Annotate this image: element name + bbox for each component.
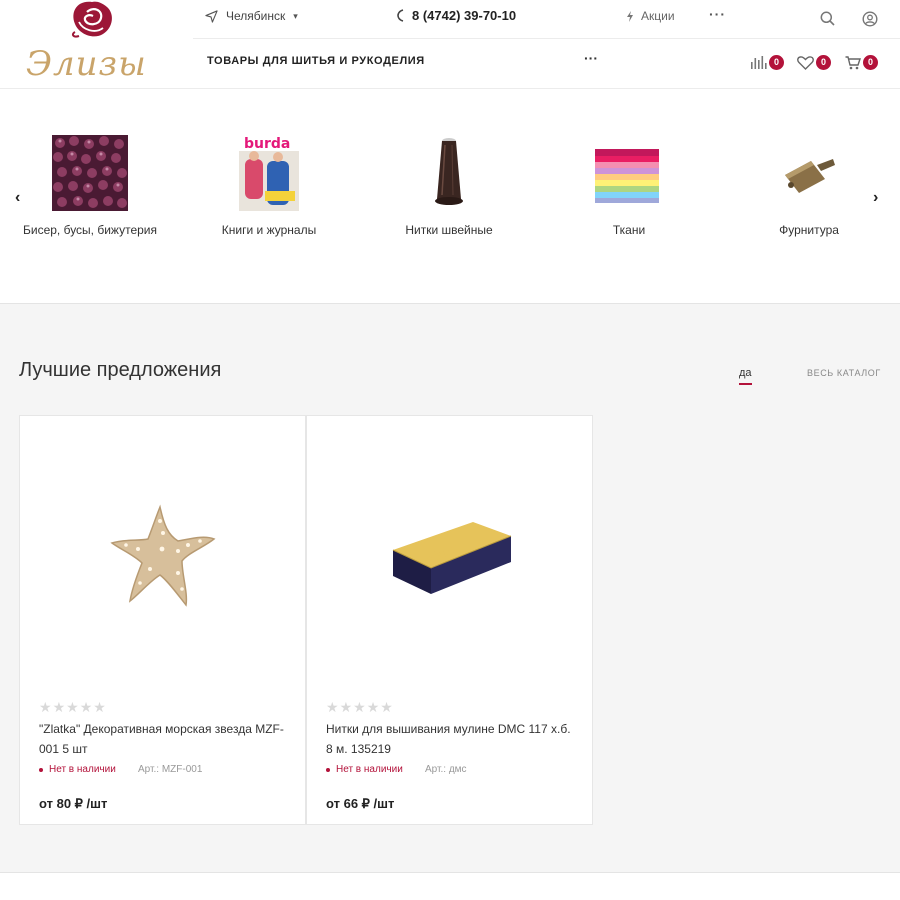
compare-count-badge: 0	[769, 55, 784, 70]
beads-image	[52, 135, 128, 211]
tab-active[interactable]: да	[739, 367, 752, 385]
product-card[interactable]: DMC ★ ★ ★ ★ ★ Нитки для вышивания мулине…	[306, 415, 593, 825]
product-name-link[interactable]: "Zlatka" Декоративная морская звезда MZF…	[39, 719, 289, 759]
phone-link[interactable]: 8 (4742) 39-70-10	[397, 8, 516, 23]
product-article: Арт.: MZF-001	[138, 764, 203, 775]
product-name-link[interactable]: Нитки для вышивания мулине DMC 117 х.б. …	[326, 719, 576, 759]
category-label: Бисер, бусы, бижутерия	[22, 223, 157, 237]
account-button[interactable]	[862, 11, 878, 32]
lightning-icon	[627, 10, 633, 22]
all-catalog-link[interactable]: ВЕСЬ КАТАЛОГ	[807, 368, 881, 378]
favorites-count-badge: 0	[816, 55, 831, 70]
status-dot-icon	[326, 767, 330, 772]
rating-stars: ★ ★ ★ ★ ★	[326, 700, 393, 714]
site-logo[interactable]: Элизы	[0, 0, 193, 89]
rose-logo-icon	[71, 1, 112, 38]
product-article: Арт.: дмс	[425, 764, 467, 775]
phone-number: 8 (4742) 39-70-10	[412, 8, 517, 23]
thread-spool-image	[435, 138, 463, 205]
carousel-next-arrow[interactable]: ›	[873, 189, 878, 207]
star-icon: ★	[339, 699, 353, 715]
product-image[interactable]: DMC	[307, 416, 592, 696]
promo-link[interactable]: Акции	[626, 9, 675, 23]
category-hardware[interactable]: Фурнитура	[719, 135, 899, 237]
category-books[interactable]: burda Книги и журналы	[179, 135, 359, 237]
fabric-stack-image	[595, 149, 659, 203]
best-offers-section: Лучшие предложения да ВЕСЬ КАТАЛОГ ★ ★ ★…	[0, 304, 900, 873]
compare-chart-icon	[751, 56, 767, 69]
cart-count-badge: 0	[863, 55, 878, 70]
star-icon: ★	[353, 699, 366, 715]
stock-status: Нет в наличии	[39, 764, 116, 775]
heart-icon	[797, 55, 814, 70]
stock-label: Нет в наличии	[336, 764, 403, 775]
clasp-image	[785, 159, 835, 193]
location-arrow-icon	[205, 9, 218, 23]
starfish-image	[109, 504, 215, 607]
logo-text: Элизы	[26, 44, 147, 84]
stock-status: Нет в наличии	[326, 764, 403, 775]
star-icon: ★	[79, 699, 93, 715]
star-icon: ★	[366, 699, 380, 715]
category-fabrics[interactable]: Ткани	[539, 135, 719, 237]
star-icon: ★	[39, 699, 52, 715]
star-icon: ★	[66, 699, 79, 715]
star-icon: ★	[326, 699, 339, 715]
category-label: Ткани	[612, 223, 646, 237]
site-header: Элизы Челябинск ▾ 8 (4742) 39-70-10 Акци…	[0, 0, 900, 89]
status-dot-icon	[39, 767, 43, 772]
product-price: от 66 ₽ /шт	[326, 796, 395, 811]
section-title: Лучшие предложения	[19, 359, 222, 381]
product-price: от 80 ₽ /шт	[39, 796, 108, 811]
category-threads[interactable]: Нитки швейные	[359, 135, 539, 237]
category-beads[interactable]: Бисер, бусы, бижутерия	[0, 135, 180, 237]
star-icon: ★	[52, 699, 66, 715]
promo-label: Акции	[641, 9, 675, 23]
category-label: Фурнитура	[779, 223, 839, 237]
chevron-down-icon: ▾	[293, 10, 298, 21]
rating-stars: ★ ★ ★ ★ ★	[39, 700, 106, 714]
category-label: Нитки швейные	[405, 223, 493, 237]
star-icon: ★	[380, 699, 393, 715]
catalog-menu-link[interactable]: ТОВАРЫ ДЛЯ ШИТЬЯ И РУКОДЕЛИЯ	[207, 55, 425, 67]
category-carousel: ‹ Бисер, бусы, бижутерия burda Книги и ж…	[0, 89, 900, 304]
favorites-button[interactable]: 0	[797, 55, 831, 70]
compare-button[interactable]: 0	[751, 55, 784, 70]
magazine-image: burda	[239, 135, 299, 211]
header-top-row: Челябинск ▾ 8 (4742) 39-70-10 Акции ···	[193, 0, 900, 39]
user-icon	[862, 11, 878, 27]
main-menu-more[interactable]: ···	[584, 50, 598, 66]
cart-button[interactable]: 0	[845, 55, 878, 70]
thread-box-image: DMC	[392, 522, 511, 594]
top-more-menu[interactable]: ···	[709, 6, 726, 22]
svg-text:burda: burda	[244, 136, 290, 152]
cart-icon	[845, 55, 861, 69]
stock-label: Нет в наличии	[49, 764, 116, 775]
city-selector[interactable]: Челябинск ▾	[205, 9, 298, 23]
phone-icon	[397, 9, 404, 22]
search-button[interactable]	[820, 11, 835, 31]
category-label: Книги и журналы	[221, 223, 317, 237]
product-image[interactable]	[20, 416, 305, 696]
star-icon: ★	[93, 699, 106, 715]
product-card[interactable]: ★ ★ ★ ★ ★ "Zlatka" Декоративная морская …	[19, 415, 306, 825]
header-bottom-row: ТОВАРЫ ДЛЯ ШИТЬЯ И РУКОДЕЛИЯ ··· 0 0 0	[193, 40, 900, 88]
search-icon	[820, 11, 835, 26]
city-name: Челябинск	[226, 9, 286, 23]
